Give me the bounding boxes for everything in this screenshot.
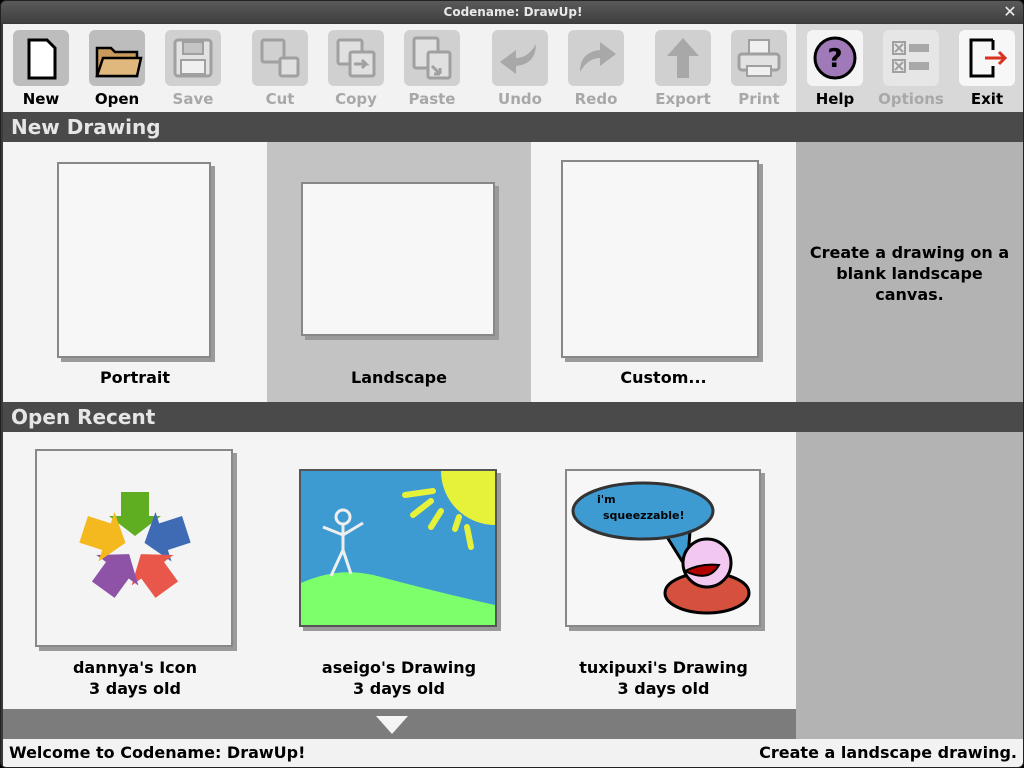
- recent-item-age: 3 days old: [617, 679, 710, 698]
- recent-item-name: aseigo's Drawing: [321, 658, 477, 677]
- landscape-canvas-preview: [301, 182, 495, 336]
- floppy-disk-icon: [165, 30, 221, 86]
- custom-tile[interactable]: Custom...: [531, 142, 796, 403]
- close-window-icon[interactable]: ✕: [1001, 1, 1019, 23]
- recent-item-age: 3 days old: [353, 679, 445, 698]
- recent-item-tuxipuxis-drawing[interactable]: i'm squeezzable! tuxipuxi's Drawing 3 da…: [531, 432, 796, 709]
- cut-button[interactable]: Cut: [244, 30, 316, 110]
- portrait-label: Portrait: [99, 368, 171, 387]
- recent-item-age: 3 days old: [89, 679, 181, 698]
- options-list-icon: [883, 30, 939, 86]
- portrait-canvas-preview: [57, 162, 211, 358]
- custom-canvas-preview: [561, 160, 759, 358]
- copy-button[interactable]: Copy: [320, 30, 392, 110]
- folder-icon: [89, 30, 145, 86]
- undo-button[interactable]: Undo: [484, 30, 556, 110]
- new-drawing-info-panel: Create a drawing on a blank landscape ca…: [796, 142, 1023, 403]
- printer-icon: [731, 30, 787, 86]
- bubble-text-line1: i'm: [597, 493, 616, 506]
- title-bar: Codename: DrawUp! ✕: [1, 1, 1023, 23]
- new-button[interactable]: New: [5, 30, 77, 110]
- redo-button[interactable]: Redo: [560, 30, 632, 110]
- speech-bubble-thumbnail: [571, 481, 751, 615]
- bubble-text-line2: squeezzable!: [603, 509, 685, 522]
- exit-button[interactable]: Exit: [951, 30, 1023, 110]
- status-welcome-text: Welcome to Codename: DrawUp!: [9, 743, 306, 762]
- landscape-scene-thumbnail: [301, 471, 495, 625]
- new-drawing-description: Create a drawing on a blank landscape ca…: [809, 243, 1010, 304]
- portrait-tile[interactable]: Portrait: [3, 142, 267, 403]
- export-arrow-icon: [655, 30, 711, 86]
- print-button[interactable]: Print: [723, 30, 795, 110]
- help-button[interactable]: ? Help: [799, 30, 871, 110]
- recent-item-aseigos-drawing[interactable]: aseigo's Drawing 3 days old: [267, 432, 531, 709]
- new-drawing-header: New Drawing: [3, 112, 1023, 142]
- cut-icon: [252, 30, 308, 86]
- recent-item-name: dannya's Icon: [72, 658, 198, 677]
- app-window: Codename: DrawUp! ✕ New Open Save Cut Co…: [0, 0, 1024, 768]
- export-button[interactable]: Export: [647, 30, 719, 110]
- new-drawing-panel: Portrait Landscape Custom...: [3, 142, 796, 403]
- new-document-icon: [13, 30, 69, 86]
- landscape-tile[interactable]: Landscape: [267, 142, 531, 403]
- recent-thumbnail: i'm squeezzable!: [565, 469, 761, 627]
- open-recent-info-panel: [796, 432, 1023, 739]
- paste-button[interactable]: Paste: [396, 30, 468, 110]
- recent-thumbnail: [35, 449, 233, 647]
- svg-text:?: ?: [827, 44, 842, 74]
- custom-label: Custom...: [620, 368, 707, 387]
- help-question-icon: ?: [807, 30, 863, 86]
- scroll-down-triangle-icon[interactable]: [3, 709, 796, 739]
- redo-arrow-icon: [568, 30, 624, 86]
- save-button[interactable]: Save: [157, 30, 229, 110]
- open-recent-header: Open Recent: [3, 402, 1023, 432]
- open-button[interactable]: Open: [81, 30, 153, 110]
- options-button[interactable]: Options: [875, 30, 947, 110]
- undo-arrow-icon: [492, 30, 548, 86]
- status-hint-text: Create a landscape drawing.: [759, 743, 1017, 762]
- copy-icon: [328, 30, 384, 86]
- open-recent-panel: dannya's Icon 3 days old aseigo's Drawin…: [3, 432, 796, 709]
- paste-icon: [404, 30, 460, 86]
- landscape-label: Landscape: [351, 368, 447, 387]
- recent-item-dannyas-icon[interactable]: dannya's Icon 3 days old: [3, 432, 267, 709]
- recent-item-name: tuxipuxi's Drawing: [579, 658, 748, 677]
- exit-door-icon: [959, 30, 1015, 86]
- star-arrows-thumbnail: [79, 492, 191, 598]
- main-toolbar: New Open Save Cut Copy Paste Undo Redo E…: [3, 24, 1023, 112]
- scroll-down-bar[interactable]: [3, 709, 796, 739]
- window-title: Codename: DrawUp!: [443, 5, 583, 19]
- status-bar: Welcome to Codename: DrawUp! Create a la…: [3, 739, 1023, 767]
- recent-thumbnail: [299, 469, 497, 627]
